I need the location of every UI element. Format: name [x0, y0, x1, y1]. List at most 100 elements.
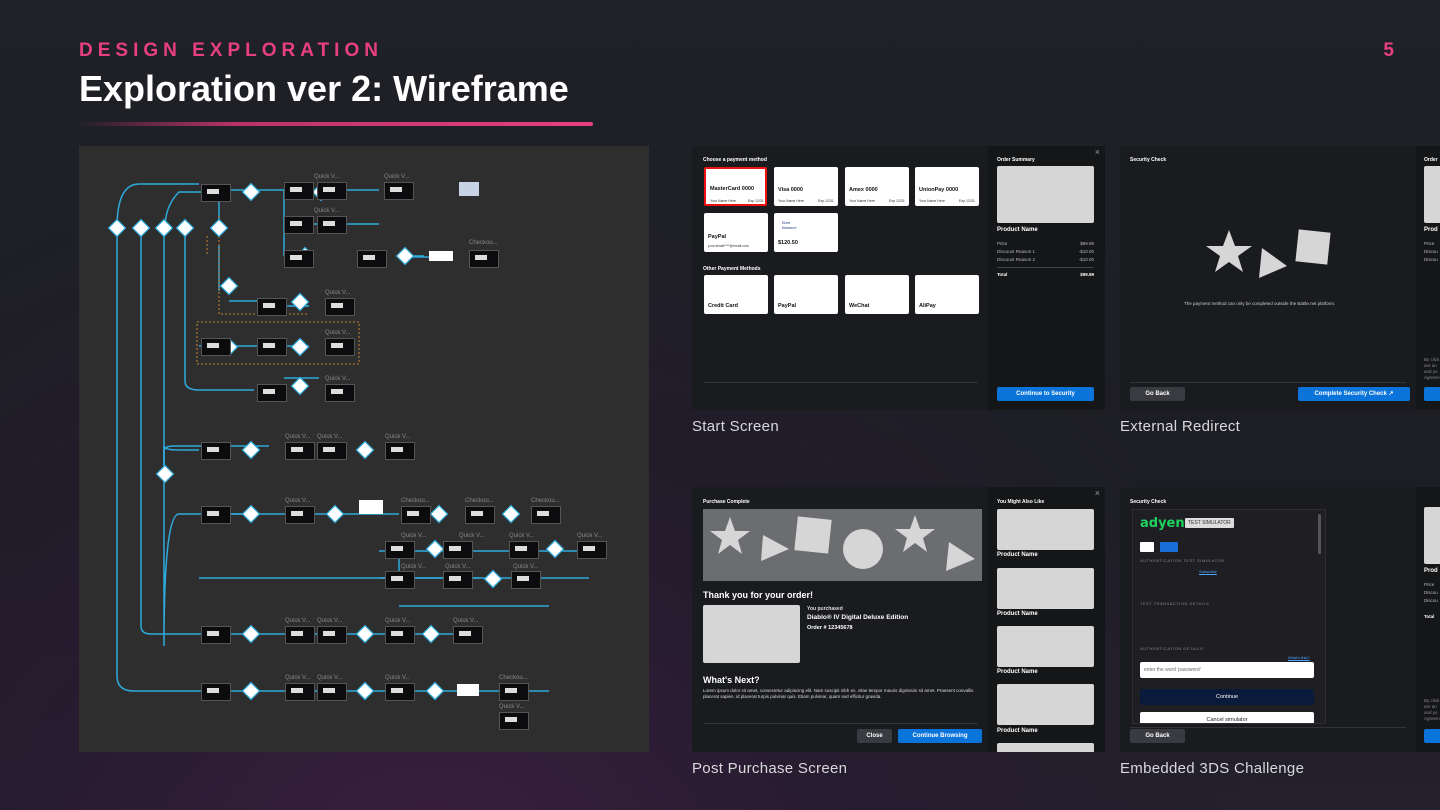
flow-thumbnail	[577, 541, 607, 559]
flow-label: Quick V...	[325, 376, 351, 382]
cancel-simulator-button[interactable]: Cancel simulator	[1140, 712, 1314, 723]
divider	[1130, 382, 1406, 383]
you-purchased-label: You purchased	[807, 606, 843, 612]
side-continue-button[interactable]	[1424, 729, 1440, 743]
divider	[1130, 727, 1406, 728]
total-value: $99.99	[1080, 272, 1094, 277]
subscribe-link[interactable]: Subscribe	[1199, 569, 1217, 574]
recommendation-image[interactable]	[997, 568, 1094, 609]
close-icon[interactable]: ×	[1095, 147, 1100, 157]
row-label: Price	[1424, 241, 1435, 246]
hero-banner	[703, 509, 982, 581]
total-label: Total	[997, 272, 1008, 277]
section-heading: AUTHENTICATION TEST SIMULATOR	[1140, 558, 1225, 563]
card-visa[interactable]: Visa 0000 Your Name Here Exp 12/31	[774, 167, 838, 206]
flow-connectors	[107, 182, 604, 701]
flow-label: Quick V...	[384, 174, 410, 180]
thank-you-heading: Thank you for your order!	[703, 590, 814, 600]
scrollbar[interactable]	[1318, 514, 1321, 554]
card-name: UnionPay 0000	[919, 187, 959, 193]
method-wechat[interactable]: WeChat	[845, 275, 909, 314]
go-back-button[interactable]: Go Back	[1130, 729, 1185, 743]
recommendation-name[interactable]: Product Name	[997, 728, 1038, 734]
post-purchase-mockup[interactable]: Purchase Complete Thank you for your ord…	[692, 487, 1105, 752]
section-heading: AUTHENTICATION DETAILS	[1140, 646, 1204, 651]
card-unionpay[interactable]: UnionPay 0000 Your Name Here Exp 12/31	[915, 167, 979, 206]
divider	[703, 382, 978, 383]
page-number: 5	[1383, 40, 1394, 61]
product-name: Product Name	[997, 227, 1038, 233]
external-redirect-mockup[interactable]: Security Check The payment method can on…	[1120, 146, 1440, 410]
divider	[703, 723, 978, 724]
flow-thumbnail	[201, 338, 231, 356]
go-back-button[interactable]: Go Back	[1130, 387, 1185, 401]
complete-security-check-button[interactable]: Complete Security Check ↗	[1298, 387, 1410, 401]
continue-button[interactable]: Continue	[1140, 689, 1314, 705]
flow-label: Quick V...	[385, 618, 411, 624]
card-exp: Exp 12/31	[889, 199, 905, 203]
flow-thumbnail	[499, 712, 529, 730]
flow-label: Quick V...	[285, 675, 311, 681]
recommendation-image[interactable]	[997, 684, 1094, 725]
card-balance[interactable]: Bnet Balance $120.50	[774, 213, 838, 252]
3ds-iframe[interactable]: adyen TEST SIMULATOR AUTHENTICATION TEST…	[1132, 509, 1326, 724]
flow-thumbnail	[465, 506, 495, 524]
continue-to-security-button[interactable]: Continue to Security	[997, 387, 1094, 401]
card-name: Amex 0000	[849, 187, 878, 193]
flow-label: Quick V...	[453, 618, 479, 624]
side-continue-button[interactable]	[1424, 387, 1440, 401]
recommendation-image[interactable]	[997, 626, 1094, 667]
flow-thumbnail	[285, 683, 315, 701]
flow-label: Quick V...	[401, 564, 427, 570]
card-name: Visa 0000	[778, 187, 803, 193]
legal-text: By click	[1424, 357, 1440, 362]
flow-label: Quick V...	[385, 434, 411, 440]
close-button[interactable]: Close	[857, 729, 892, 743]
flow-thumbnail	[285, 626, 315, 644]
divider	[997, 267, 1094, 268]
continue-browsing-button[interactable]: Continue Browsing	[898, 729, 982, 743]
flow-thumbnail	[201, 683, 231, 701]
product-name: Prod	[1424, 568, 1438, 574]
method-alipay[interactable]: AliPay	[915, 275, 979, 314]
flow-label: Quick V...	[499, 704, 525, 710]
password-input[interactable]: enter the word 'password'	[1140, 662, 1314, 678]
recommendation-name[interactable]: Product Name	[997, 611, 1038, 617]
flow-thumbnail	[325, 298, 355, 316]
whats-this-link[interactable]: What's this?	[1288, 655, 1310, 660]
method-paypal[interactable]: PayPal	[774, 275, 838, 314]
card-mastercard[interactable]: MasterCard 0000 Your Name Here Exp 12/31	[704, 167, 767, 206]
wireframe-flow-diagram[interactable]: Quick V... Quick V... Quick V... Checkou…	[79, 146, 649, 752]
order-number: Order # 12345678	[807, 625, 853, 631]
legal-text: are an	[1424, 363, 1437, 368]
recommendation-name[interactable]: Product Name	[997, 552, 1038, 558]
security-check-panel: Security Check The payment method can on…	[1120, 146, 1416, 410]
method-credit-card[interactable]: Credit Card	[704, 275, 768, 314]
row-label: Discount Reason 1	[997, 249, 1036, 254]
method-label: WeChat	[849, 303, 870, 309]
flow-label: Checkou...	[531, 498, 560, 504]
card-holder: Your Name Here	[778, 199, 804, 203]
card-holder: Your Name Here	[919, 199, 945, 203]
card-paypal[interactable]: PayPal your.email****@email.com	[704, 213, 768, 252]
button-label: Complete Security Check	[1314, 391, 1387, 397]
recommendation-name[interactable]: Product Name	[997, 669, 1038, 675]
card-amex[interactable]: Amex 0000 Your Name Here Exp 12/31	[845, 167, 909, 206]
flow-label: Checkou...	[469, 240, 498, 246]
order-summary-title: Order	[1424, 157, 1438, 163]
flow-thumbnail	[443, 571, 473, 589]
external-redirect-caption: External Redirect	[1120, 418, 1241, 435]
flow-thumbnail	[284, 216, 314, 234]
close-icon[interactable]: ×	[1095, 488, 1100, 498]
flow-thumbnail	[317, 626, 347, 644]
flow-label: Quick V...	[445, 564, 471, 570]
purchased-product: Diablo® IV Digital Deluxe Edition	[807, 614, 909, 621]
recommendation-image[interactable]	[997, 743, 1094, 752]
embedded-3ds-mockup[interactable]: Security Check adyen TEST SIMULATOR AUTH…	[1120, 487, 1440, 752]
row-label: Discou	[1424, 590, 1438, 595]
embedded-3ds-caption: Embedded 3DS Challenge	[1120, 760, 1305, 777]
flow-thumbnail	[201, 506, 231, 524]
start-screen-mockup[interactable]: Choose a payment method MasterCard 0000 …	[692, 146, 1105, 410]
recommendation-image[interactable]	[997, 509, 1094, 550]
purchase-complete-title: Purchase Complete	[703, 499, 750, 505]
